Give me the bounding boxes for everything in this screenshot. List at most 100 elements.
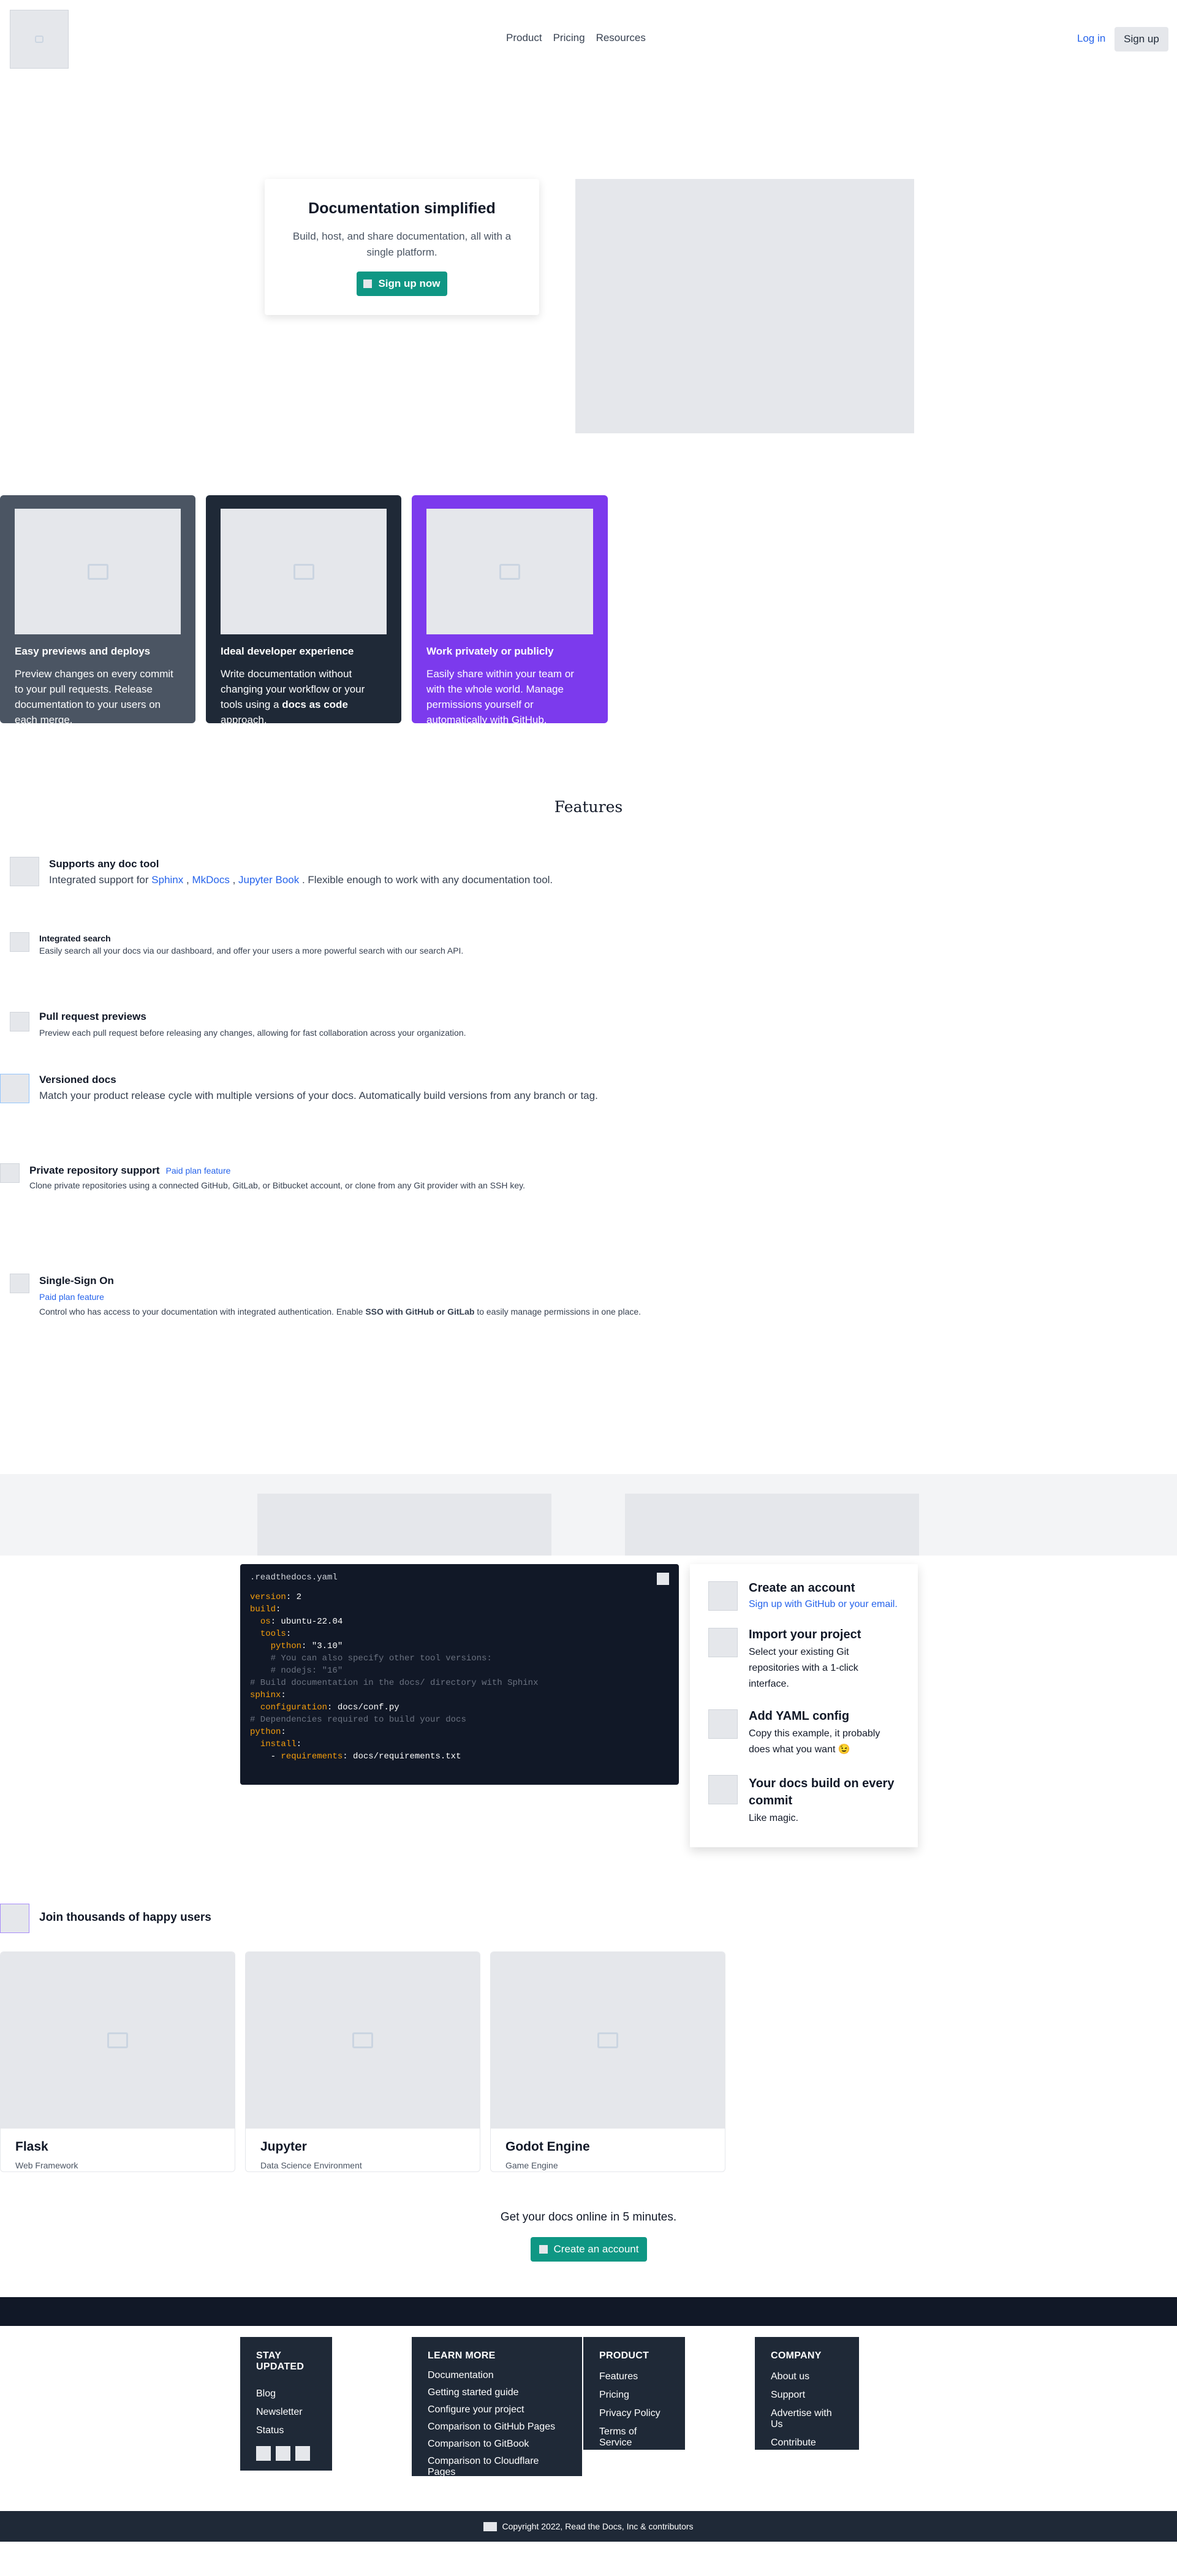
github-icon[interactable] bbox=[276, 2446, 290, 2461]
card-title: Ideal developer experience bbox=[221, 645, 354, 657]
footer-product: PRODUCT Features Pricing Privacy Policy … bbox=[583, 2337, 685, 2450]
lock-icon bbox=[0, 1163, 20, 1183]
main-nav: Product Pricing Resources bbox=[506, 32, 646, 44]
footer-stay-updated: STAY UPDATED Blog Newsletter Status bbox=[240, 2337, 332, 2471]
nav-pricing[interactable]: Pricing bbox=[553, 32, 585, 44]
card-privacy: Work privately or publicly Easily share … bbox=[412, 495, 608, 723]
search-icon bbox=[10, 932, 29, 952]
nav-product[interactable]: Product bbox=[506, 32, 542, 44]
code-line: # You can also specify other tool versio… bbox=[250, 1654, 492, 1663]
code-line: os: ubuntu-22.04 bbox=[260, 1617, 343, 1627]
logo[interactable] bbox=[10, 10, 69, 69]
doc-tool-icon bbox=[10, 857, 39, 886]
footer-logo bbox=[483, 2521, 498, 2531]
footer-link[interactable]: Documentation bbox=[428, 2370, 566, 2381]
footer-link[interactable]: Pricing bbox=[599, 2390, 669, 2401]
footer-link[interactable]: Contribute bbox=[771, 2437, 843, 2449]
step-build: Your docs build on every commit Like magi… bbox=[708, 1775, 899, 1824]
band-image-right bbox=[625, 1494, 919, 1556]
footer-link[interactable]: Features bbox=[599, 2371, 669, 2382]
sphinx-link[interactable]: Sphinx bbox=[151, 874, 183, 886]
code-filename: .readthedocs.yaml bbox=[250, 1573, 338, 1582]
signup-github-link[interactable]: Sign up with GitHub or your email. bbox=[749, 1599, 898, 1610]
project-image bbox=[491, 1952, 725, 2129]
footer-company: COMPANY About us Support Advertise with … bbox=[755, 2337, 859, 2450]
steps-panel: Create an account Sign up with GitHub or … bbox=[690, 1564, 918, 1847]
card-text: Easily share within your team or with th… bbox=[426, 668, 574, 723]
footer-top-bar bbox=[0, 2297, 1177, 2326]
pull-request-icon bbox=[10, 1012, 29, 1032]
footer-link[interactable]: Newsletter bbox=[256, 2407, 316, 2418]
feature-search: Integrated search Easily search all your… bbox=[39, 933, 464, 956]
hero-signup-button[interactable]: Sign up now bbox=[357, 272, 447, 296]
user-card-jupyter[interactable]: Jupyter Data Science Environment bbox=[245, 1951, 480, 2172]
import-icon bbox=[708, 1628, 738, 1657]
login-link[interactable]: Log in bbox=[1077, 32, 1105, 45]
heart-icon bbox=[0, 1904, 29, 1933]
mastodon-icon[interactable] bbox=[295, 2446, 310, 2461]
twitter-icon[interactable] bbox=[256, 2446, 271, 2461]
code-lines: version: 2 build: os: ubuntu-22.04 tools:… bbox=[250, 1591, 669, 1763]
code-line: sphinx: bbox=[250, 1690, 286, 1700]
feature-doc-tool: Supports any doc tool Integrated support… bbox=[49, 858, 553, 886]
code-line: version: 2 bbox=[250, 1592, 302, 1602]
code-line: build: bbox=[250, 1605, 281, 1614]
step-create: Create an account Sign up with GitHub or … bbox=[708, 1581, 899, 1611]
user-card-godot[interactable]: Godot Engine Game Engine bbox=[490, 1951, 725, 2172]
footer-link[interactable]: Configure your project bbox=[428, 2404, 566, 2415]
nav-resources[interactable]: Resources bbox=[596, 32, 646, 44]
project-image bbox=[1, 1952, 235, 2129]
code-line: # Dependencies required to build your do… bbox=[250, 1715, 466, 1725]
footer-link[interactable]: Advertise with Us bbox=[771, 2408, 843, 2430]
feature-versioned: Versioned docs Match your product releas… bbox=[39, 1074, 598, 1101]
yaml-code-block: .readthedocs.yaml version: 2 build: os: u… bbox=[240, 1564, 679, 1785]
sso-icon bbox=[10, 1274, 29, 1293]
cards-fade bbox=[0, 2172, 735, 2190]
card-image bbox=[426, 509, 593, 634]
card-image bbox=[15, 509, 181, 634]
footer-link[interactable]: Comparison to Cloudflare Pages bbox=[428, 2456, 566, 2478]
band-image-left bbox=[257, 1494, 551, 1556]
build-icon bbox=[708, 1775, 738, 1804]
file-icon bbox=[708, 1709, 738, 1739]
hero-title: Documentation simplified bbox=[308, 200, 496, 217]
footer-link[interactable]: Getting started guide bbox=[428, 2387, 566, 2398]
footer-link[interactable]: Comparison to GitHub Pages bbox=[428, 2422, 566, 2433]
features-heading: Features bbox=[554, 798, 623, 816]
footer-link[interactable]: Terms of Service bbox=[599, 2426, 669, 2449]
code-line: # Build documentation in the docs/ direc… bbox=[250, 1678, 539, 1688]
mkdocs-link[interactable]: MkDocs bbox=[192, 874, 229, 886]
feature-pr: Pull request previews Preview each pull … bbox=[39, 1011, 466, 1038]
footer-link[interactable]: Status bbox=[256, 2425, 316, 2436]
copy-icon[interactable] bbox=[657, 1573, 669, 1585]
hero-subtitle: Build, host, and share documentation, al… bbox=[292, 230, 512, 258]
footer-link[interactable]: Comparison to GitBook bbox=[428, 2439, 566, 2450]
card-text: Write documentation without changing you… bbox=[221, 668, 365, 723]
step-yaml: Add YAML config Copy this example, it pro… bbox=[708, 1709, 899, 1758]
user-card-flask[interactable]: Flask Web Framework bbox=[0, 1951, 235, 2172]
project-image bbox=[246, 1952, 480, 2129]
footer-link[interactable]: About us bbox=[771, 2371, 843, 2382]
footer-bottom-bar: Copyright 2022, Read the Docs, Inc & con… bbox=[0, 2511, 1177, 2542]
user-plus-icon bbox=[539, 2245, 548, 2254]
footer-learn-more: LEARN MORE Documentation Getting started… bbox=[412, 2337, 582, 2478]
feature-private: Private repository support Paid plan feat… bbox=[29, 1165, 526, 1190]
cta-text: Get your docs online in 5 minutes. bbox=[500, 2211, 677, 2224]
paid-plan-badge: Paid plan feature bbox=[39, 1292, 104, 1302]
card-text: Preview changes on every commit to your … bbox=[15, 668, 173, 723]
copyright-text: Copyright 2022, Read the Docs, Inc & con… bbox=[502, 2521, 694, 2531]
card-image bbox=[221, 509, 387, 634]
versions-icon bbox=[0, 1074, 29, 1103]
footer-link[interactable]: Blog bbox=[256, 2388, 316, 2399]
signup-button[interactable]: Sign up bbox=[1115, 27, 1168, 51]
footer-link[interactable]: Support bbox=[771, 2390, 843, 2401]
footer-link[interactable]: Privacy Policy bbox=[599, 2408, 669, 2419]
code-line: # nodejs: "16" bbox=[250, 1666, 343, 1676]
create-account-button[interactable]: Create an account bbox=[531, 2237, 647, 2262]
user-plus-icon bbox=[363, 279, 373, 288]
paid-plan-badge: Paid plan feature bbox=[165, 1166, 231, 1176]
user-icon bbox=[708, 1581, 738, 1611]
code-line: tools: bbox=[260, 1629, 292, 1639]
step-import: Import your project Select your existing … bbox=[708, 1628, 899, 1692]
jupyter-book-link[interactable]: Jupyter Book bbox=[238, 874, 299, 886]
